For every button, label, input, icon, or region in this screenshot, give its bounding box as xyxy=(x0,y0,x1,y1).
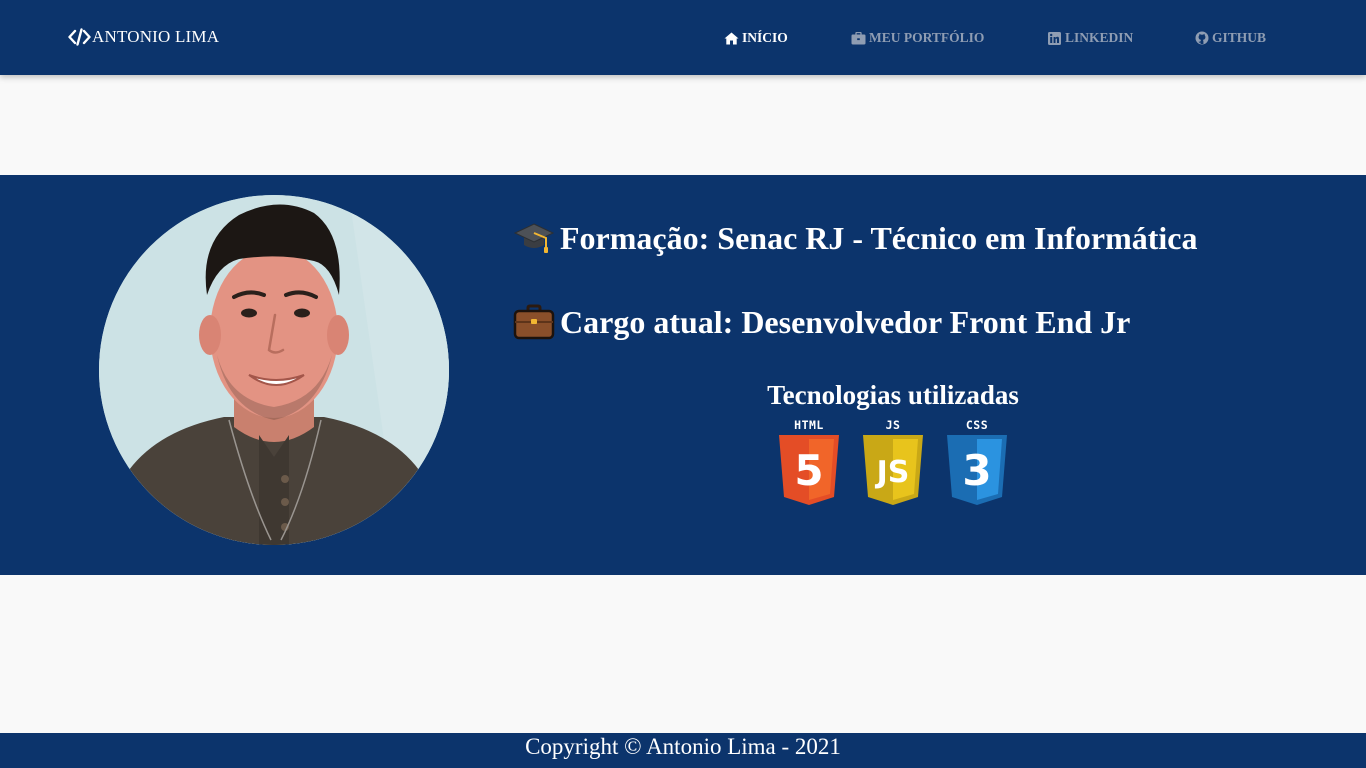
nav-item-portfolio[interactable]: MEU PORTFÓLIO xyxy=(851,28,984,48)
linkedin-icon xyxy=(1047,31,1062,45)
nav-item-label: LINKEDIN xyxy=(1065,30,1134,45)
tech-glyph: JS xyxy=(875,455,910,490)
github-icon xyxy=(1194,31,1209,45)
briefcase-emoji-icon xyxy=(513,302,555,342)
html5-logo: HTML 5 xyxy=(778,418,840,508)
tech-glyph: 3 xyxy=(962,446,991,495)
javascript-logo: JS JS xyxy=(862,418,924,508)
nav-item-label: INÍCIO xyxy=(742,30,788,45)
html5-shield-icon: 5 xyxy=(779,435,839,505)
code-icon xyxy=(68,28,91,46)
nav-item-label: GITHUB xyxy=(1212,30,1267,45)
tech-label: CSS xyxy=(965,418,989,432)
cargo-text: Cargo atual: Desenvolvedor Front End Jr xyxy=(560,303,1131,340)
css3-logo: CSS 3 xyxy=(946,418,1008,508)
brand-label: ANTONIO LIMA xyxy=(92,27,220,46)
formacao-text: Formação: Senac RJ - Técnico em Informát… xyxy=(560,219,1198,256)
briefcase-icon xyxy=(851,31,866,45)
tech-label: HTML xyxy=(794,418,824,432)
brand-link[interactable]: ANTONIO LIMA xyxy=(68,26,219,48)
nav-item-linkedin[interactable]: LINKEDIN xyxy=(1047,28,1133,48)
nav-item-github[interactable]: GITHUB xyxy=(1194,28,1266,48)
tech-glyph: 5 xyxy=(794,446,823,495)
home-icon xyxy=(724,31,739,45)
cargo-line: Cargo atual: Desenvolvedor Front End Jr xyxy=(513,299,1130,345)
footer: Copyright © Antonio Lima - 2021 xyxy=(0,733,1366,768)
nav-item-label: MEU PORTFÓLIO xyxy=(869,30,985,45)
nav-item-inicio[interactable]: INÍCIO xyxy=(724,28,788,48)
technologies-list: HTML 5 JS JS CSS 3 xyxy=(778,418,1010,508)
formacao-line: Formação: Senac RJ - Técnico em Informát… xyxy=(513,215,1197,261)
profile-photo xyxy=(99,195,449,545)
copyright-text: Copyright © Antonio Lima - 2021 xyxy=(525,734,841,759)
profile-section: Formação: Senac RJ - Técnico em Informát… xyxy=(0,175,1366,575)
css3-shield-icon: 3 xyxy=(947,435,1007,505)
graduation-cap-icon xyxy=(513,218,555,258)
technologies-title: Tecnologias utilizadas xyxy=(767,380,1019,410)
navbar: ANTONIO LIMA INÍCIO MEU PORTFÓLIO LINKED… xyxy=(0,0,1366,75)
javascript-shield-icon: JS xyxy=(863,435,923,505)
tech-label: JS xyxy=(885,418,901,432)
